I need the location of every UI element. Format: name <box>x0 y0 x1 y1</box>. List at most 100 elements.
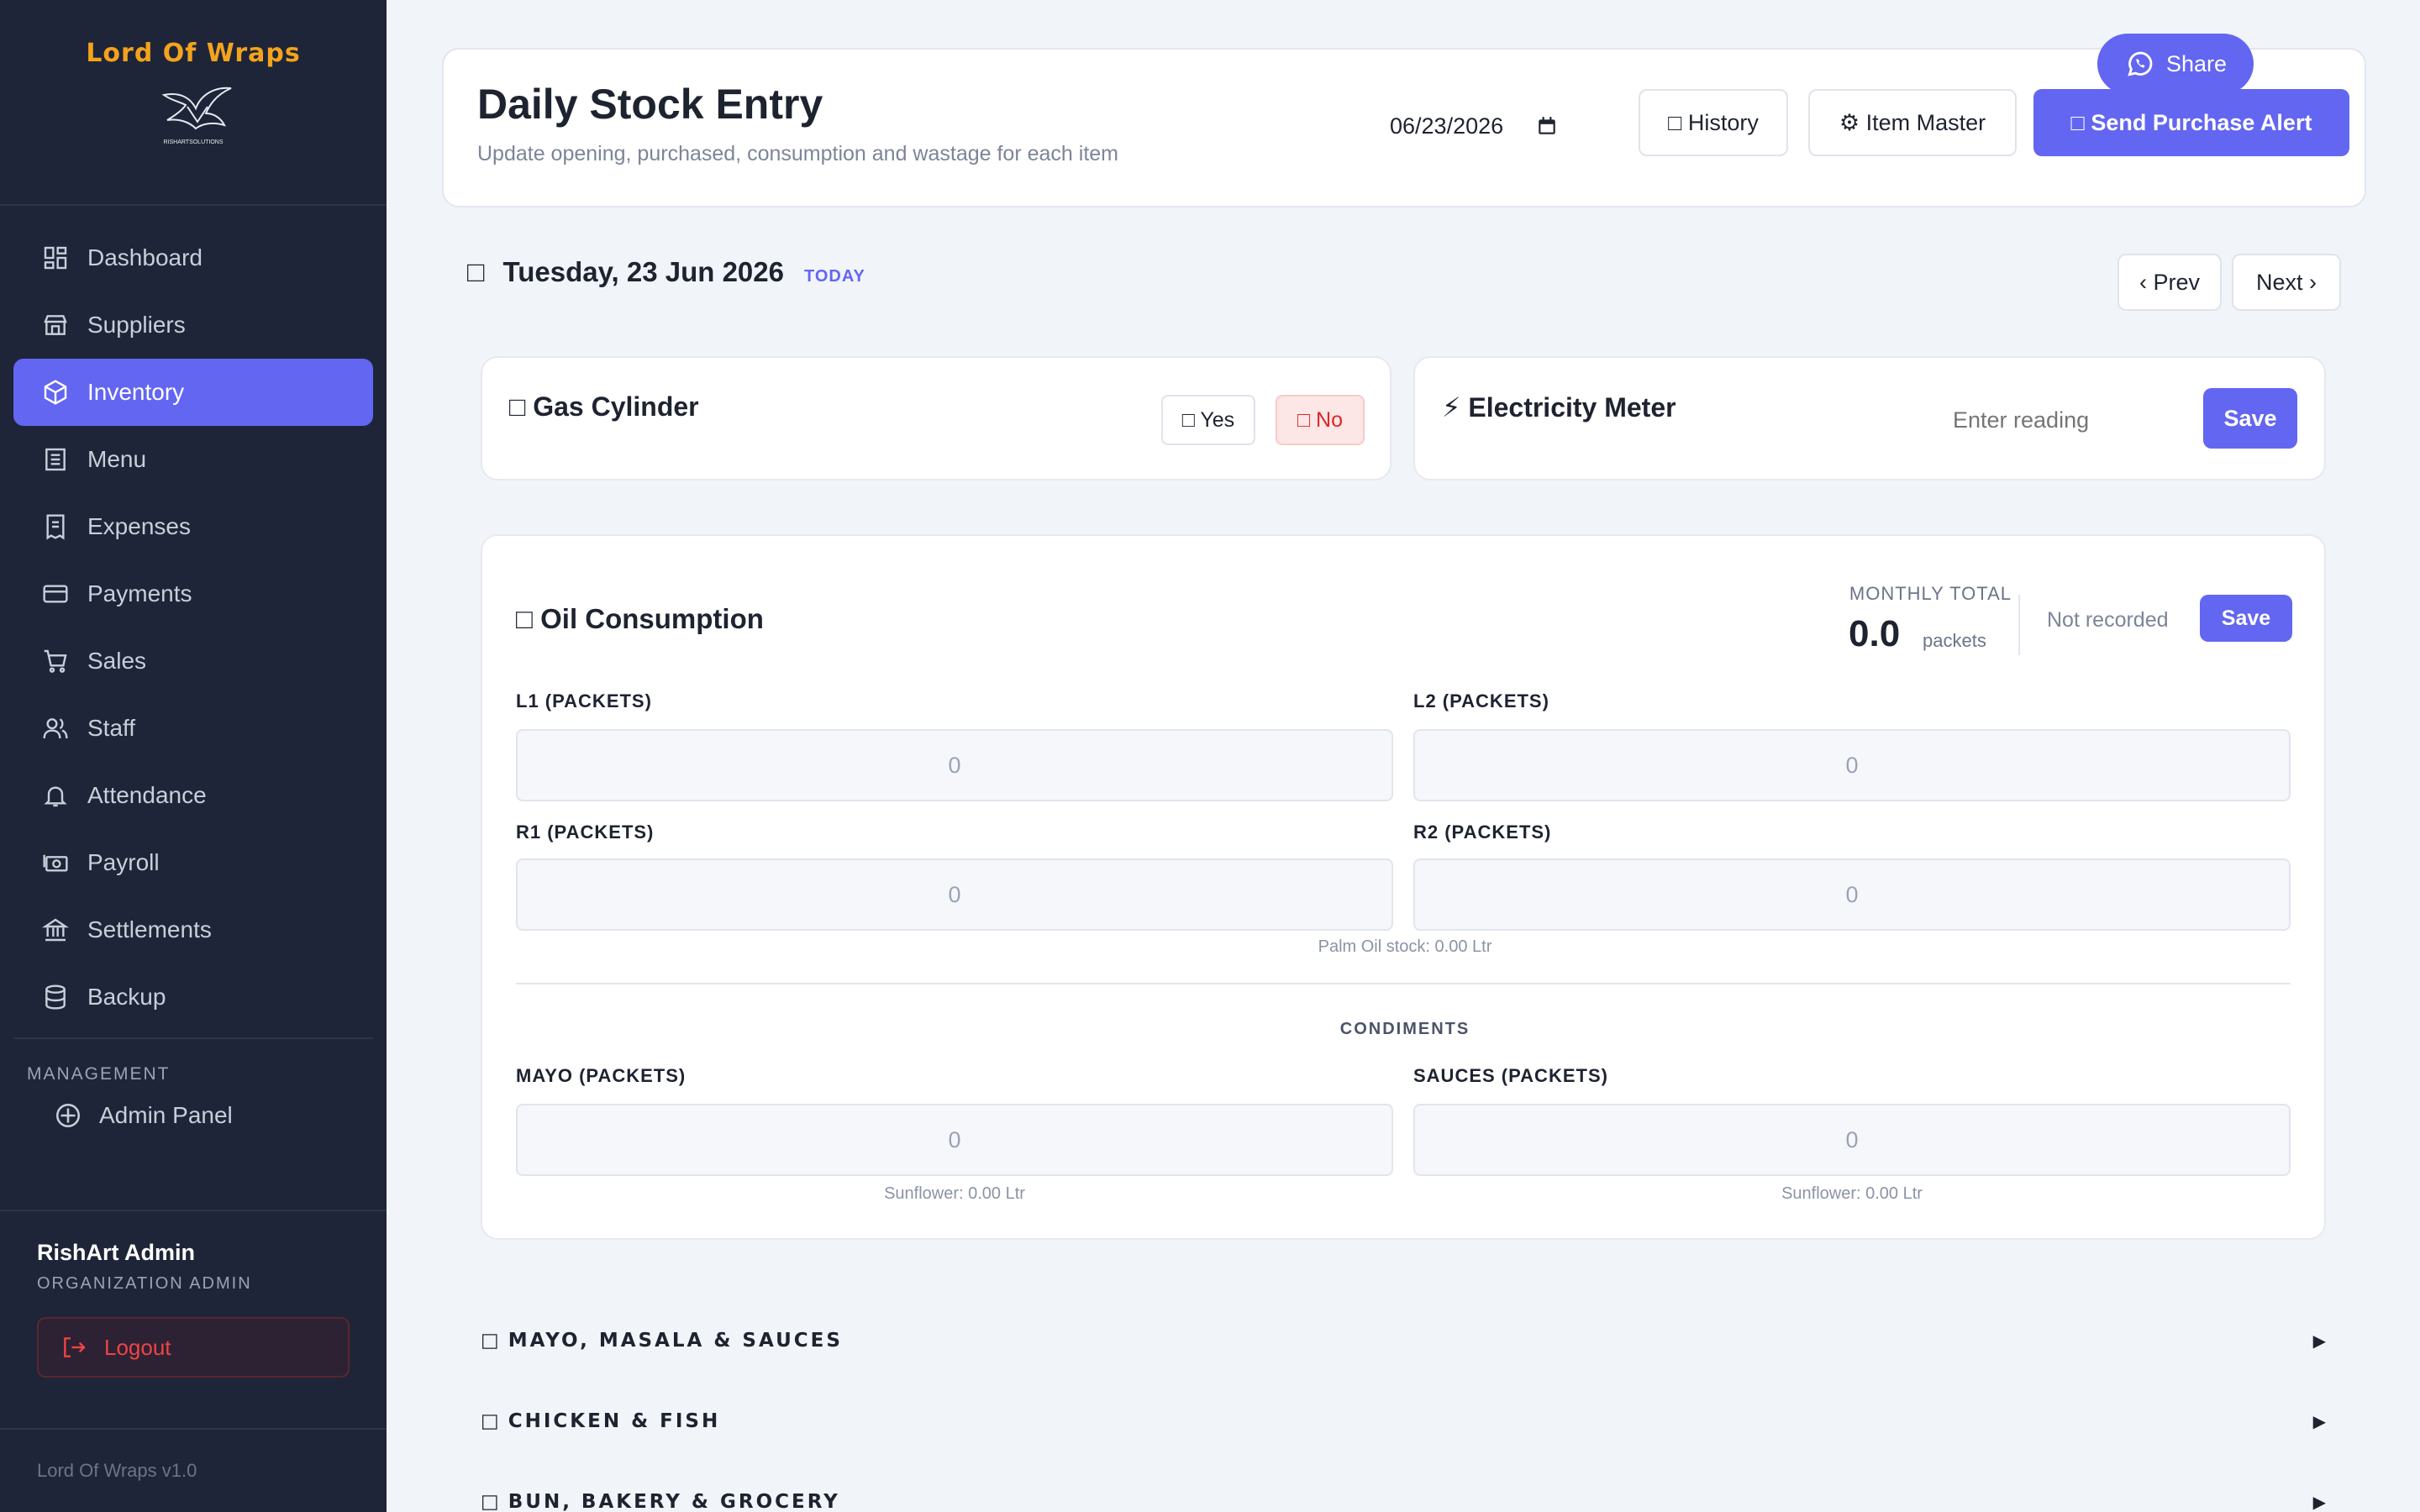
today-badge: TODAY <box>804 267 865 286</box>
bell-icon <box>44 786 67 807</box>
palm-oil-stock-note: Palm Oil stock: 0.00 Ltr <box>1318 937 1492 956</box>
electricity-meter-card: ⚡ Electricity Meter Save <box>1413 356 2326 480</box>
database-icon <box>45 984 66 1010</box>
section-bun-bakery-grocery[interactable]: □ BUN, BAKERY & GROCERY ▶ <box>481 1485 2326 1512</box>
page-title: Daily Stock Entry <box>477 81 823 128</box>
monthly-total-unit: packets <box>1923 630 1986 651</box>
users-icon <box>43 718 68 739</box>
r2-input[interactable]: 0 <box>1413 858 2291 931</box>
box-icon <box>44 380 67 405</box>
sidebar-item-inventory[interactable]: Inventory <box>13 359 373 426</box>
r1-input[interactable]: 0 <box>516 858 1393 931</box>
prev-day-button[interactable]: ‹ Prev <box>2118 254 2222 311</box>
share-button[interactable]: Share <box>2097 34 2254 94</box>
logout-icon <box>64 1337 86 1357</box>
calendar-icon[interactable] <box>1536 115 1558 137</box>
record-status: Not recorded <box>2047 608 2169 632</box>
globe-plus-icon <box>55 1103 81 1128</box>
sidebar-item-label: Payroll <box>87 849 160 875</box>
section-chicken-fish[interactable]: □ CHICKEN & FISH ▶ <box>481 1404 2326 1438</box>
sidebar-item-label: Menu <box>87 446 147 472</box>
app-version: Lord Of Wraps v1.0 <box>0 1428 387 1512</box>
current-date-row: □ Tuesday, 23 Jun 2026 TODAY <box>467 256 865 289</box>
l2-input[interactable]: 0 <box>1413 729 2291 801</box>
sidebar-divider <box>13 1037 373 1039</box>
brand-name: Lord Of Wraps <box>86 39 301 68</box>
item-master-button[interactable]: ⚙ Item Master <box>1808 89 2017 156</box>
sidebar-item-label: Suppliers <box>87 312 186 338</box>
bank-icon <box>42 918 69 942</box>
sidebar-item-suppliers[interactable]: Suppliers <box>13 291 373 359</box>
money-icon <box>43 854 68 872</box>
sidebar-item-menu[interactable]: Menu <box>13 426 373 493</box>
sidebar-nav: Dashboard Suppliers Inventory Menu Expen… <box>0 206 387 1031</box>
electricity-save-button[interactable]: Save <box>2203 388 2297 449</box>
gas-cylinder-card: □ Gas Cylinder □ Yes □ No <box>481 356 1392 480</box>
sidebar-item-expenses[interactable]: Expenses <box>13 493 373 560</box>
r1-label: R1 (PACKETS) <box>516 822 655 843</box>
logout-button[interactable]: Logout <box>37 1317 350 1378</box>
sidebar-item-label: Attendance <box>87 782 207 808</box>
sidebar-item-label: Staff <box>87 715 136 741</box>
divider <box>516 983 2291 984</box>
mayo-sunflower-note: Sunflower: 0.00 Ltr <box>884 1184 1025 1203</box>
sidebar: Lord Of Wraps RISHARTSOLUTIONS Dashboard… <box>0 0 387 1512</box>
gas-no-button[interactable]: □ No <box>1276 395 1365 445</box>
section-mayo-masala-sauces[interactable]: □ MAYO, MASALA & SAUCES ▶ <box>481 1324 2326 1357</box>
l1-label: L1 (PACKETS) <box>516 690 652 711</box>
oil-consumption-title: □ Oil Consumption <box>516 603 764 634</box>
expand-arrow-icon[interactable]: ▶ <box>2313 1331 2326 1352</box>
sidebar-item-payroll[interactable]: Payroll <box>13 829 373 896</box>
cart-icon <box>44 649 67 673</box>
sidebar-item-backup[interactable]: Backup <box>13 963 373 1031</box>
section-glyph-icon: □ <box>481 1410 502 1432</box>
section-title: □ MAYO, MASALA & SAUCES <box>481 1330 843 1352</box>
sidebar-item-payments[interactable]: Payments <box>13 560 373 627</box>
oil-save-button[interactable]: Save <box>2200 595 2292 642</box>
electricity-meter-title: ⚡ Electricity Meter <box>1442 392 1676 423</box>
sidebar-item-staff[interactable]: Staff <box>13 695 373 762</box>
sidebar-item-label: Payments <box>87 580 192 606</box>
history-button[interactable]: □ History <box>1639 89 1788 156</box>
divider <box>2018 595 2020 655</box>
page-subtitle: Update opening, purchased, consumption a… <box>477 142 1118 165</box>
sidebar-item-settlements[interactable]: Settlements <box>13 896 373 963</box>
expand-arrow-icon[interactable]: ▶ <box>2313 1492 2326 1512</box>
gas-yes-button[interactable]: □ Yes <box>1161 395 1255 445</box>
admin-panel-label: Admin Panel <box>99 1102 233 1128</box>
current-date: Tuesday, 23 Jun 2026 <box>502 256 784 287</box>
l1-input[interactable]: 0 <box>516 729 1393 801</box>
bird-logo-icon: RISHARTSOLUTIONS <box>161 87 232 145</box>
date-input[interactable]: 06/23/2026 <box>1390 105 1558 147</box>
section-label: MAYO, MASALA & SAUCES <box>508 1330 843 1352</box>
logout-label: Logout <box>104 1334 171 1360</box>
mayo-label: MAYO (PACKETS) <box>516 1065 687 1086</box>
section-label: BUN, BAKERY & GROCERY <box>508 1491 840 1512</box>
r2-label: R2 (PACKETS) <box>1413 822 1552 843</box>
whatsapp-icon <box>2128 51 2153 76</box>
send-purchase-alert-button[interactable]: □ Send Purchase Alert <box>2033 89 2349 156</box>
sauces-input[interactable]: 0 <box>1413 1104 2291 1176</box>
monthly-total-label: MONTHLY TOTAL <box>1849 583 2012 604</box>
sidebar-item-attendance[interactable]: Attendance <box>13 762 373 829</box>
sidebar-item-label: Dashboard <box>87 244 203 270</box>
gas-cylinder-title: □ Gas Cylinder <box>509 391 699 422</box>
receipt-icon <box>46 514 65 540</box>
next-day-button[interactable]: Next › <box>2232 254 2341 311</box>
sidebar-item-dashboard[interactable]: Dashboard <box>13 224 373 291</box>
section-title: □ CHICKEN & FISH <box>481 1410 720 1432</box>
share-label: Share <box>2165 50 2228 76</box>
sidebar-item-sales[interactable]: Sales <box>13 627 373 695</box>
sidebar-item-label: Inventory <box>87 379 185 405</box>
meter-reading-input[interactable] <box>1953 396 2146 444</box>
dashboard-icon <box>44 246 67 270</box>
calendar-glyph-icon: □ <box>467 256 485 288</box>
brand-block: Lord Of Wraps RISHARTSOLUTIONS <box>0 0 387 206</box>
management-label: MANAGEMENT <box>27 1064 171 1084</box>
expand-arrow-icon[interactable]: ▶ <box>2313 1411 2326 1432</box>
sidebar-item-admin-panel[interactable]: Admin Panel <box>0 1084 387 1147</box>
mayo-input[interactable]: 0 <box>516 1104 1393 1176</box>
section-glyph-icon: □ <box>481 1491 502 1512</box>
user-name: RishArt Admin <box>37 1240 195 1265</box>
sidebar-item-label: Expenses <box>87 513 191 539</box>
